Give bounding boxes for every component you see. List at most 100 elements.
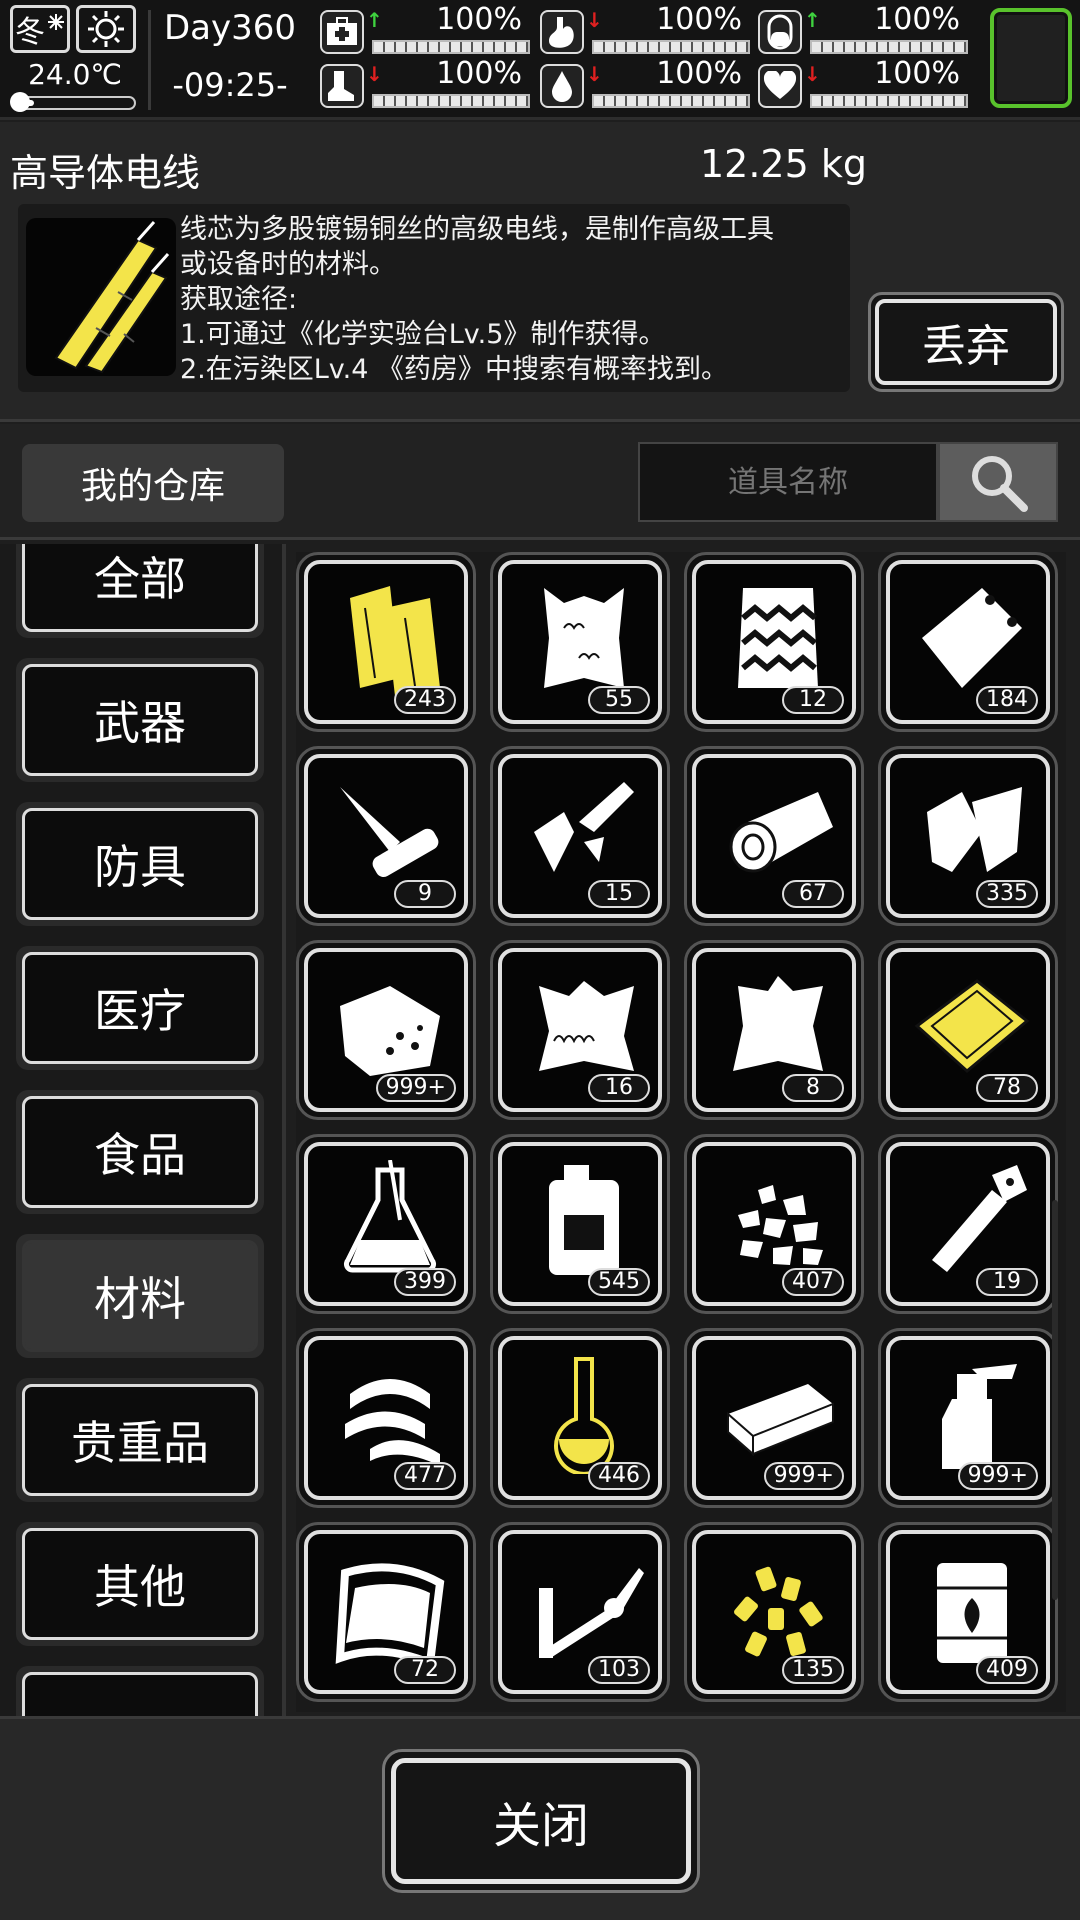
heart-icon <box>758 64 802 108</box>
stomach-icon <box>540 10 584 54</box>
category-food[interactable]: 食品 <box>16 1090 264 1214</box>
inventory-slot[interactable]: 545 <box>490 1134 670 1314</box>
item-quantity-badge: 72 <box>394 1656 456 1684</box>
inventory-slot[interactable]: 446 <box>490 1328 670 1508</box>
metal-rod-icon <box>932 1165 1027 1272</box>
inventory-slot[interactable]: 72 <box>296 1522 476 1702</box>
inventory-slot-frame: 55 <box>498 560 662 724</box>
inventory-slot[interactable]: 477 <box>296 1328 476 1508</box>
inventory-slot-frame: 72 <box>304 1530 468 1694</box>
panel-divider <box>282 544 286 1716</box>
item-quantity-badge: 999+ <box>957 1462 1038 1490</box>
cloth-scraps-icon <box>927 787 1022 872</box>
inventory-slot-frame: 8 <box>692 948 856 1112</box>
spray-bottle-icon <box>942 1364 1017 1469</box>
inventory-slot-frame: 407 <box>692 1142 856 1306</box>
inventory-slot-frame: 477 <box>304 1336 468 1500</box>
game-clock: -09:25- <box>172 66 288 104</box>
inventory-slot[interactable]: 399 <box>296 1134 476 1314</box>
category-all[interactable]: 全部 <box>16 544 264 638</box>
item-quantity-badge: 103 <box>588 1656 650 1684</box>
yellow-pellets-icon <box>734 1566 823 1657</box>
category-valuables[interactable]: 贵重品 <box>16 1378 264 1502</box>
search-button[interactable] <box>938 442 1058 522</box>
item-weight: 12.25 kg <box>700 142 867 186</box>
inventory-slot[interactable]: 8 <box>684 940 864 1120</box>
inventory-slot[interactable]: 407 <box>684 1134 864 1314</box>
inventory-slot[interactable]: 9 <box>296 746 476 926</box>
bottom-bar: 关闭 <box>0 1716 1080 1920</box>
inventory-slot[interactable]: 999+ <box>878 1328 1058 1508</box>
inventory-slot[interactable]: 78 <box>878 940 1058 1120</box>
stat-medicine: ↑ 100% <box>758 2 968 56</box>
item-quantity-badge: 999+ <box>375 1074 456 1102</box>
inventory-slot[interactable]: 55 <box>490 552 670 732</box>
season-indicator: 冬 <box>10 5 70 53</box>
category-other[interactable]: 其他 <box>16 1522 264 1646</box>
menu-slot-button[interactable] <box>990 8 1072 108</box>
inventory-slot[interactable]: 409 <box>878 1522 1058 1702</box>
category-label: 材料 <box>22 1240 258 1352</box>
glass-sheet-icon <box>335 1563 445 1668</box>
flask-icon <box>344 1160 436 1273</box>
inventory-slot[interactable]: 999+ <box>684 1328 864 1508</box>
description-line: 线芯为多股镀锡铜丝的高级电线，是制作高级工具 <box>180 214 774 245</box>
inventory-grid: 243 55 12 184 9 15 67 335 999+ 16 8 78 399 545 407 19 47… <box>296 552 1066 1712</box>
inventory-slot[interactable]: 15 <box>490 746 670 926</box>
item-quantity-badge: 55 <box>588 686 650 714</box>
item-search-input[interactable] <box>638 442 938 522</box>
trend-down-arrow: ↓ <box>366 62 383 86</box>
item-quantity-badge: 135 <box>782 1656 844 1684</box>
drop-button-label: 丢弃 <box>875 299 1057 385</box>
inventory-slot[interactable]: 335 <box>878 746 1058 926</box>
gravel-icon <box>738 1185 823 1265</box>
inventory-slot[interactable]: 103 <box>490 1522 670 1702</box>
search-icon <box>972 456 1028 512</box>
stat-thirst: ↓ 100% <box>540 56 750 110</box>
stat-value: 100% <box>436 56 522 91</box>
tab-my-storage[interactable]: 我的仓库 <box>22 444 284 522</box>
inventory-slot[interactable]: 135 <box>684 1522 864 1702</box>
category-more[interactable] <box>16 1666 264 1716</box>
inventory-slot[interactable]: 184 <box>878 552 1058 732</box>
stat-bar <box>372 94 530 108</box>
inventory-slot[interactable]: 999+ <box>296 940 476 1120</box>
status-divider <box>148 10 151 110</box>
stat-value: 100% <box>436 2 522 37</box>
trend-up-arrow: ↑ <box>366 8 383 32</box>
stat-bar <box>372 40 530 54</box>
category-medical[interactable]: 医疗 <box>16 946 264 1070</box>
item-quantity-badge: 12 <box>782 686 844 714</box>
inventory-slot[interactable]: 16 <box>490 940 670 1120</box>
stat-value: 100% <box>656 2 742 37</box>
scrap-parts-icon <box>534 782 634 872</box>
inventory-slot[interactable]: 12 <box>684 552 864 732</box>
log-icon <box>729 792 833 873</box>
grid-scrollbar[interactable] <box>1052 1200 1058 1600</box>
item-quantity-badge: 335 <box>976 880 1038 908</box>
trend-down-arrow: ↓ <box>586 62 603 86</box>
jerrycan-icon <box>549 1165 619 1275</box>
description-line: 2.在污染区Lv.4 《药房》中搜索有概率找到。 <box>180 354 729 385</box>
inventory-slot-frame: 335 <box>886 754 1050 918</box>
category-weapons[interactable]: 武器 <box>16 658 264 782</box>
category-label: 贵重品 <box>22 1384 258 1496</box>
striped-pelt-icon <box>738 588 818 688</box>
inventory-slot[interactable]: 243 <box>296 552 476 732</box>
trend-up-arrow: ↑ <box>804 8 821 32</box>
item-quantity-badge: 407 <box>782 1268 844 1296</box>
item-quantity-badge: 399 <box>394 1268 456 1296</box>
sun-icon <box>88 11 124 47</box>
inventory-slot[interactable]: 67 <box>684 746 864 926</box>
inventory-slot-frame: 446 <box>498 1336 662 1500</box>
category-armor[interactable]: 防具 <box>16 802 264 926</box>
item-description: 线芯为多股镀锡铜丝的高级电线，是制作高级工具 或设备时的材料。 获取途径: 1.… <box>180 212 850 387</box>
medkit-icon <box>320 10 364 54</box>
inventory-slot[interactable]: 19 <box>878 1134 1058 1314</box>
close-button[interactable]: 关闭 <box>382 1749 700 1893</box>
category-list: 全部 武器 防具 医疗 食品 材料 贵重品 其他 <box>0 544 282 1716</box>
drop-button[interactable]: 丢弃 <box>868 292 1064 392</box>
day-counter: Day360 <box>163 8 297 48</box>
category-materials[interactable]: 材料 <box>16 1234 264 1358</box>
category-label: 食品 <box>22 1096 258 1208</box>
